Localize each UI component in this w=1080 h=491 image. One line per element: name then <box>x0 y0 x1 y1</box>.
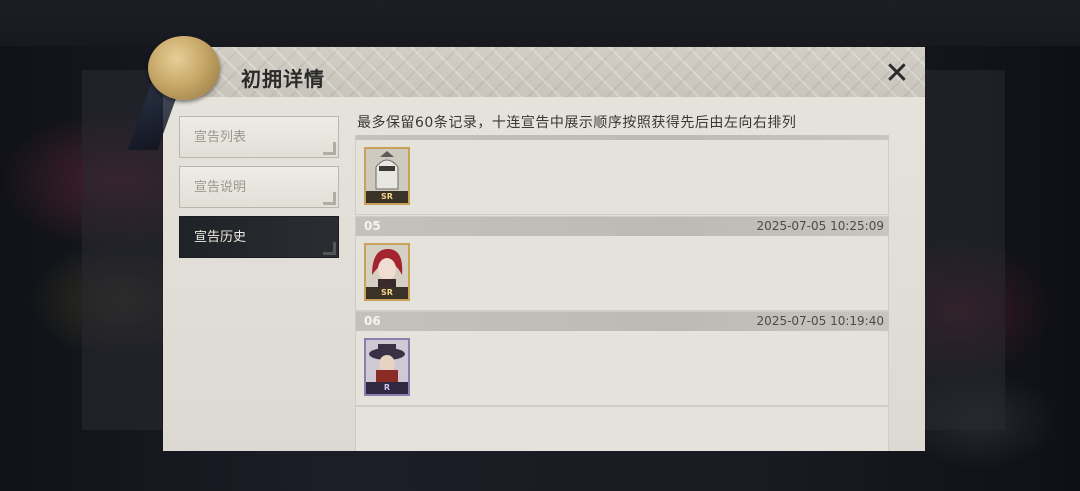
background-top-bar <box>0 0 1080 46</box>
history-record: 06 2025-07-05 10:19:40 R <box>355 311 889 406</box>
tab-announcement-list[interactable]: 宣告列表 <box>179 116 339 158</box>
history-list[interactable]: SR 05 2025-07-05 10:25:09 SR 06 2025-07-… <box>355 135 889 451</box>
rarity-badge: SR <box>366 191 408 203</box>
history-record <box>355 406 889 451</box>
tab-announcement-history[interactable]: 宣告历史 <box>179 216 339 258</box>
history-record: 05 2025-07-05 10:25:09 SR <box>355 216 889 311</box>
history-dialog: 初拥详情 ✕ 宣告列表 宣告说明 宣告历史 最多保留60条记录，十连宣告中展示顺… <box>163 47 925 451</box>
record-number: 05 <box>364 219 381 233</box>
background-right-strip <box>925 70 1005 430</box>
record-notice: 最多保留60条记录，十连宣告中展示顺序按照获得先后由左向右排列 <box>357 115 797 131</box>
record-header: 06 2025-07-05 10:19:40 <box>356 312 889 331</box>
history-record: SR <box>355 135 889 215</box>
helmet-knight-portrait-icon <box>366 149 408 191</box>
record-number: 06 <box>364 314 381 328</box>
tab-announcement-info[interactable]: 宣告说明 <box>179 166 339 208</box>
record-time: 2025-07-05 10:19:40 <box>756 314 884 328</box>
rarity-badge: SR <box>366 287 408 299</box>
rarity-badge: R <box>366 382 408 394</box>
record-time: 2025-07-05 10:25:09 <box>756 219 884 233</box>
red-haired-portrait-icon <box>366 245 408 287</box>
character-card[interactable]: R <box>364 338 410 396</box>
character-card[interactable]: SR <box>364 243 410 301</box>
dialog-title: 初拥详情 <box>241 67 325 91</box>
record-header <box>356 135 889 140</box>
close-button[interactable]: ✕ <box>883 59 911 89</box>
wax-seal-icon <box>148 36 220 100</box>
character-card[interactable]: SR <box>364 147 410 205</box>
hatted-figure-portrait-icon <box>366 340 408 382</box>
record-header: 05 2025-07-05 10:25:09 <box>356 217 889 236</box>
